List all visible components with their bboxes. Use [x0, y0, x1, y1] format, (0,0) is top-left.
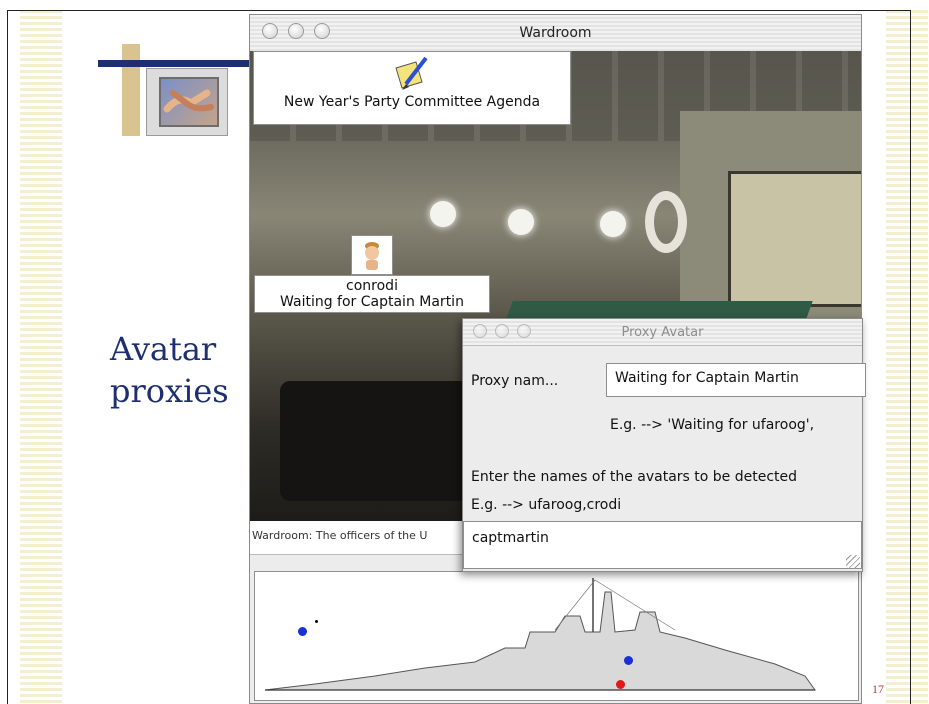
scene-lamp — [508, 209, 534, 235]
slide-heading-line-1: Avatar — [110, 330, 217, 368]
scene-sofa — [280, 381, 470, 501]
scene-lamp — [600, 211, 626, 237]
detect-avatars-hint: E.g. --> ufaroog,crodi — [471, 497, 622, 513]
proxy-name-hint: E.g. --> 'Waiting for ufaroog', — [610, 417, 815, 433]
slide-heading-line-2: proxies — [110, 372, 229, 410]
proxy-dialog-title: Proxy Avatar — [621, 325, 704, 340]
ship-map[interactable] — [254, 571, 859, 701]
ship-silhouette — [264, 578, 816, 691]
wardroom-titlebar[interactable]: Wardroom — [250, 15, 861, 52]
wardroom-title: Wardroom — [519, 25, 592, 41]
detect-avatars-field[interactable]: captmartin — [463, 521, 862, 569]
agenda-sign[interactable]: New Year's Party Committee Agenda — [253, 51, 571, 125]
avatar-head-icon — [351, 235, 393, 275]
map-avatar-marker-red[interactable] — [616, 680, 625, 689]
proxy-name-field[interactable]: Waiting for Captain Martin — [606, 363, 866, 397]
proxy-name-label: Proxy nam... — [471, 373, 559, 389]
agenda-label: New Year's Party Committee Agenda — [283, 94, 541, 110]
pen-and-paper-icon — [254, 56, 570, 94]
handshake-icon — [159, 77, 219, 127]
detect-avatars-label: Enter the names of the avatars to be det… — [471, 469, 798, 485]
logo-image — [146, 68, 228, 136]
logo-title-bar — [98, 60, 258, 67]
logo-accent-bar — [122, 44, 140, 136]
map-avatar-marker-blue[interactable] — [298, 627, 307, 636]
scene-lamp — [430, 201, 456, 227]
resize-grip-icon[interactable] — [846, 555, 860, 569]
proxy-avatar-dialog: Proxy Avatar Proxy nam... Waiting for Ca… — [462, 318, 866, 572]
avatar-sign[interactable]: conrodi Waiting for Captain Martin — [254, 235, 490, 313]
page-number: 17 — [872, 682, 884, 696]
map-avatar-marker-blue[interactable] — [624, 656, 633, 665]
map-marker-small — [315, 620, 318, 623]
scene-wall-chart — [728, 171, 861, 307]
proxy-dialog-titlebar[interactable]: Proxy Avatar — [463, 319, 862, 346]
slide-heading: Avatar proxies — [110, 328, 250, 412]
scene-life-ring — [645, 191, 687, 253]
avatar-name: conrodi — [346, 278, 398, 294]
avatar-status: Waiting for Captain Martin — [280, 294, 464, 310]
